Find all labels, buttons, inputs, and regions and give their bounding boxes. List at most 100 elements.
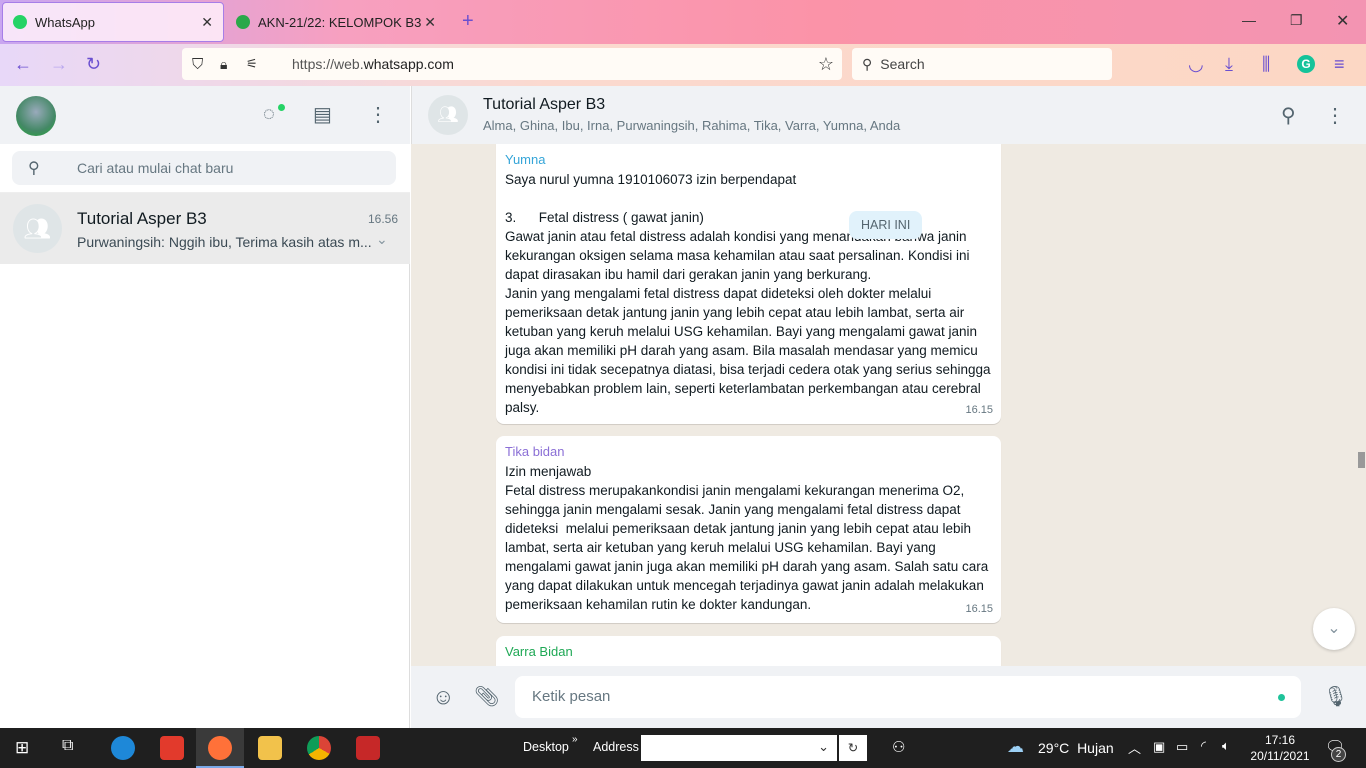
volume-icon[interactable]: 🔈︎ (1222, 738, 1230, 754)
scrollbar-thumb[interactable] (1358, 452, 1365, 468)
edge-icon[interactable] (111, 736, 135, 760)
chevron-up-icon[interactable]: ︿ (1128, 738, 1141, 757)
tab-label: WhatsApp (35, 14, 95, 30)
message-input[interactable]: Ketik pesan (515, 676, 1301, 718)
weather-text: Hujan (1077, 740, 1114, 756)
browser-search-input[interactable]: ⚲ Search (852, 48, 1112, 80)
forward-icon[interactable]: → (50, 54, 68, 75)
tab-akn[interactable]: AKN-21/22: KELOMPOK B3 ✕ (226, 2, 446, 42)
grammarly-icon[interactable]: G (1297, 55, 1315, 73)
chevron-down-icon[interactable]: ⌄ (376, 231, 388, 248)
minimize-icon[interactable]: — (1242, 12, 1256, 28)
conversation-header[interactable]: 👥︎ Tutorial Asper B3 Alma, Ghina, Ibu, I… (411, 86, 1366, 144)
chevron-icon[interactable]: » (572, 734, 578, 745)
message-time: 16.15 (965, 603, 993, 615)
site-icon (236, 15, 250, 29)
back-icon[interactable]: ← (14, 54, 32, 75)
firefox-taskbar-button[interactable] (196, 728, 244, 768)
new-tab-icon[interactable]: + (462, 10, 474, 33)
close-icon[interactable]: ✕ (424, 14, 436, 31)
message-list: Yumna Saya nurul yumna 1910106073 izin b… (411, 144, 1366, 666)
permissions-icon[interactable]: ⚟ (246, 56, 258, 72)
message-sender: Varra Bidan (505, 644, 573, 659)
camera-icon[interactable]: ▣ (1153, 739, 1165, 755)
message-text: Saya nurul yumna 1910106073 izin berpend… (505, 172, 991, 415)
address-label: Address (593, 740, 639, 754)
conversation-panel: 👥︎ Tutorial Asper B3 Alma, Ghina, Ibu, I… (411, 86, 1366, 728)
chat-search-input[interactable]: Cari atau mulai chat baru (12, 151, 396, 185)
search-icon: ⚲ (862, 55, 873, 72)
app-icon[interactable] (160, 736, 184, 760)
url-domain: whatsapp.com (363, 56, 454, 72)
tab-label: AKN-21/22: KELOMPOK B3 (258, 14, 422, 30)
message-text: Izin menjawab Fetal distress merupakanko… (505, 464, 989, 612)
message-sender: Yumna (505, 152, 546, 167)
search-row: Cari atau mulai chat baru ⚲ (0, 144, 410, 193)
avatar[interactable] (16, 96, 56, 136)
wifi-icon[interactable]: ◜ (1201, 738, 1206, 754)
clock-date: 20/11/2021 (1250, 749, 1310, 763)
chat-list-panel: ◌ ▤ ⋮ Cari atau mulai chat baru ⚲ 👥︎ Tut… (0, 86, 410, 728)
input-placeholder: Ketik pesan (532, 688, 611, 705)
search-icon[interactable]: ⚲ (1281, 103, 1296, 128)
close-window-icon[interactable]: ✕ (1336, 11, 1349, 31)
attach-icon[interactable]: 📎︎ (474, 684, 499, 709)
start-icon[interactable]: ⊞ (15, 738, 29, 758)
task-view-icon[interactable]: ⧉ (62, 737, 73, 755)
microphone-icon[interactable]: 🎙︎ (1323, 684, 1348, 709)
tab-whatsapp[interactable]: WhatsApp ✕ (2, 2, 224, 42)
chat-name: Tutorial Asper B3 (77, 209, 207, 228)
desktop-toolbar-label[interactable]: Desktop (523, 740, 569, 754)
url-bar[interactable]: ⛉ 🔒︎ ⚟ https://web. whatsapp.com ☆ (182, 48, 842, 80)
library-icon[interactable]: ⫼ (1262, 54, 1270, 75)
go-button[interactable]: ↻ (839, 735, 867, 761)
group-avatar-icon: 👥︎ (13, 204, 62, 253)
address-input[interactable]: ⌄ (641, 735, 837, 761)
restore-icon[interactable]: ❐ (1290, 12, 1303, 29)
emoji-icon[interactable]: ☺ (432, 684, 454, 710)
chat-preview: Purwaningsih: Nggih ibu, Terima kasih at… (77, 234, 372, 250)
file-explorer-icon[interactable] (258, 736, 282, 760)
bookmark-star-icon[interactable]: ☆ (818, 54, 834, 75)
message-bubble: Varra Bidan (496, 636, 1001, 666)
sidebar-header: ◌ ▤ ⋮ (0, 86, 410, 144)
notification-badge: 2 (1331, 747, 1346, 762)
chat-time: 16.56 (368, 212, 399, 226)
clock[interactable]: 17:16 20/11/2021 (1248, 732, 1312, 764)
scroll-down-button[interactable]: ⌄ (1313, 608, 1355, 650)
message-sender: Tika bidan (505, 444, 565, 459)
people-icon[interactable]: ⚇ (892, 738, 905, 756)
search-icon: ⚲ (28, 160, 40, 177)
new-chat-icon[interactable]: ▤ (313, 102, 332, 127)
chat-list-item[interactable]: 👥︎ Tutorial Asper B3 16.56 Purwaningsih:… (0, 193, 410, 264)
firefox-icon (208, 736, 232, 760)
close-icon[interactable]: ✕ (201, 14, 213, 31)
status-dot (278, 104, 285, 111)
status-icon[interactable]: ◌ (263, 103, 275, 126)
chrome-icon[interactable] (307, 736, 331, 760)
group-avatar-icon: 👥︎ (428, 95, 468, 135)
url-prefix: https://web. (292, 56, 364, 72)
download-icon[interactable]: ⤓ (1225, 54, 1233, 75)
browser-tab-bar: WhatsApp ✕ AKN-21/22: KELOMPOK B3 ✕ + — ❐ … (0, 0, 1366, 44)
menu-icon[interactable]: ≡ (1334, 54, 1345, 75)
shield-icon[interactable]: ⛉ (192, 56, 203, 73)
menu-icon[interactable]: ⋮ (368, 102, 388, 127)
date-badge: HARI INI (849, 211, 923, 239)
menu-icon[interactable]: ⋮ (1325, 103, 1345, 128)
message-bubble: Tika bidan Izin menjawab Fetal distress … (496, 436, 1001, 623)
dropdown-icon[interactable]: ⌄ (818, 739, 829, 755)
battery-icon[interactable]: ▭ (1176, 739, 1188, 755)
lock-icon[interactable]: 🔒︎ (220, 56, 227, 73)
reload-icon[interactable]: ↻ (86, 54, 101, 75)
taskbar: ⊞ ⧉ Desktop » Address ⌄ ↻ ⚇ ☁ 29°C Hujan… (0, 728, 1366, 768)
wps-icon[interactable] (356, 736, 380, 760)
search-placeholder: Cari atau mulai chat baru (77, 160, 234, 176)
pocket-icon[interactable]: ◡ (1188, 54, 1204, 75)
weather-temp: 29°C (1038, 740, 1070, 756)
weather-icon[interactable]: ☁ (1007, 737, 1024, 757)
grammarly-dot (1278, 694, 1285, 701)
weather-widget[interactable]: 29°C Hujan (1038, 740, 1114, 756)
message-bubble: Yumna Saya nurul yumna 1910106073 izin b… (496, 144, 1001, 424)
conversation-title: Tutorial Asper B3 (483, 96, 606, 113)
